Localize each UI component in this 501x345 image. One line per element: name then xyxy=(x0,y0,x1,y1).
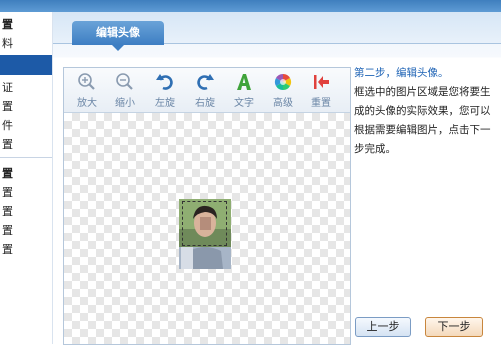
sidebar-item-6[interactable]: 置 xyxy=(2,136,13,152)
color-wheel-icon xyxy=(274,73,292,91)
prev-step-button[interactable]: 上一步 xyxy=(355,317,411,337)
sidebar-item-7[interactable]: 置 xyxy=(2,165,13,181)
zoom-in-label: 放大 xyxy=(77,98,97,109)
sidebar-divider xyxy=(0,157,52,158)
zoom-out-button[interactable]: 缩小 xyxy=(108,72,142,110)
text-label: 文字 xyxy=(234,98,254,109)
rotate-left-button[interactable]: 左旋 xyxy=(148,72,182,110)
sidebar-item-5[interactable]: 件 xyxy=(2,117,13,133)
sidebar-item-2[interactable]: 料 xyxy=(2,35,13,51)
rotate-right-button[interactable]: 右旋 xyxy=(188,72,222,110)
crop-selection[interactable] xyxy=(182,201,227,246)
top-banner xyxy=(0,0,501,12)
sidebar-item-11[interactable]: 置 xyxy=(2,241,13,257)
text-icon xyxy=(237,74,251,90)
advanced-button[interactable]: 高级 xyxy=(266,72,300,110)
text-button[interactable]: 文字 xyxy=(227,72,261,110)
rotate-left-label: 左旋 xyxy=(155,98,175,109)
sidebar: 置 料 证 置 件 置 置 置 置 置 置 xyxy=(0,12,52,344)
sidebar-item-1[interactable]: 置 xyxy=(2,16,13,32)
step-title: 第二步，编辑头像。 xyxy=(354,67,449,79)
sidebar-item-9[interactable]: 置 xyxy=(2,203,13,219)
reset-label: 重置 xyxy=(311,98,331,109)
advanced-label: 高级 xyxy=(273,98,293,109)
zoom-in-button[interactable]: 放大 xyxy=(70,72,104,110)
step-description: 框选中的图片区域是您将要生成的头像的实际效果，您可以根据需要编辑图片，点击下一步… xyxy=(354,86,491,155)
reset-icon xyxy=(314,75,329,89)
sidebar-item-4[interactable]: 置 xyxy=(2,98,13,114)
next-step-button[interactable]: 下一步 xyxy=(425,317,483,337)
editor-toolbar: 放大 缩小 左旋 右旋 文字 高级 重置 xyxy=(64,68,350,113)
zoom-out-icon xyxy=(116,73,133,90)
rotate-right-icon xyxy=(197,74,214,90)
zoom-in-icon xyxy=(78,73,95,90)
tab-edit-avatar[interactable]: 编辑头像 xyxy=(72,21,164,51)
avatar-editor: 放大 缩小 左旋 右旋 文字 高级 重置 xyxy=(63,67,351,345)
image-canvas[interactable] xyxy=(64,113,350,344)
sidebar-item-active[interactable] xyxy=(0,55,52,75)
main-panel: 编辑头像 放大 缩小 左旋 右旋 文字 高级 重置 第二步，编辑头像。 框选中的… xyxy=(53,12,501,345)
reset-button[interactable]: 重置 xyxy=(304,72,338,110)
sidebar-item-10[interactable]: 置 xyxy=(2,222,13,238)
rotate-right-label: 右旋 xyxy=(195,98,215,109)
sidebar-item-8[interactable]: 置 xyxy=(2,184,13,200)
avatar-photo[interactable] xyxy=(179,199,231,269)
tab-strip: 编辑头像 xyxy=(53,12,501,51)
instructions: 第二步，编辑头像。 框选中的图片区域是您将要生成的头像的实际效果，您可以根据需要… xyxy=(354,64,494,159)
sidebar-item-3[interactable]: 证 xyxy=(2,79,13,95)
zoom-out-label: 缩小 xyxy=(115,98,135,109)
rotate-left-icon xyxy=(156,74,173,90)
